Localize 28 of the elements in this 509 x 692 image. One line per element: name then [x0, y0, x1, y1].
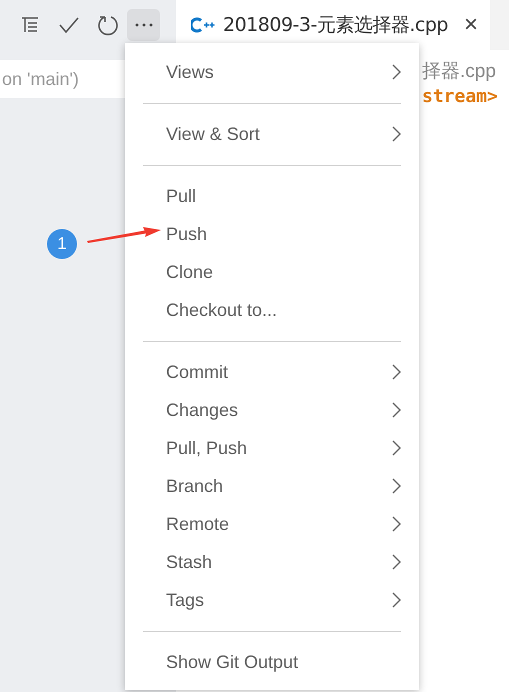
chevron-right-icon: [392, 364, 401, 380]
chevron-right-icon: [392, 516, 401, 532]
chevron-right-icon: [392, 478, 401, 494]
code-line: 择器.cpp: [422, 60, 497, 84]
menu-item[interactable]: Checkout to...: [125, 291, 419, 329]
chevron-right-icon: [392, 402, 401, 418]
menu-item[interactable]: Push: [125, 215, 419, 253]
close-tab-button[interactable]: ×: [460, 11, 482, 39]
menu-item[interactable]: Stash: [125, 543, 419, 581]
more-icon: [134, 23, 152, 27]
cpp-file-icon: [191, 17, 215, 33]
menu-item[interactable]: Pull, Push: [125, 429, 419, 467]
menu-item[interactable]: View & Sort: [125, 115, 419, 153]
chevron-right-icon: [392, 64, 401, 80]
menu-item[interactable]: Pull: [125, 177, 419, 215]
chevron-right-icon: [392, 440, 401, 456]
menu-item[interactable]: Clone: [125, 253, 419, 291]
menu-item[interactable]: Commit: [125, 353, 419, 391]
menu-item[interactable]: Branch: [125, 467, 419, 505]
menu-item[interactable]: Remote: [125, 505, 419, 543]
tab-title: 201809-3-元素选择器.cpp: [223, 13, 448, 38]
menu-item[interactable]: Tags: [125, 581, 419, 619]
menu-item[interactable]: Show Git Output: [125, 643, 419, 681]
menu-item[interactable]: Changes: [125, 391, 419, 429]
chevron-right-icon: [392, 592, 401, 608]
code-line: stream>: [422, 86, 499, 109]
chevron-right-icon: [392, 554, 401, 570]
chevron-right-icon: [392, 126, 401, 142]
